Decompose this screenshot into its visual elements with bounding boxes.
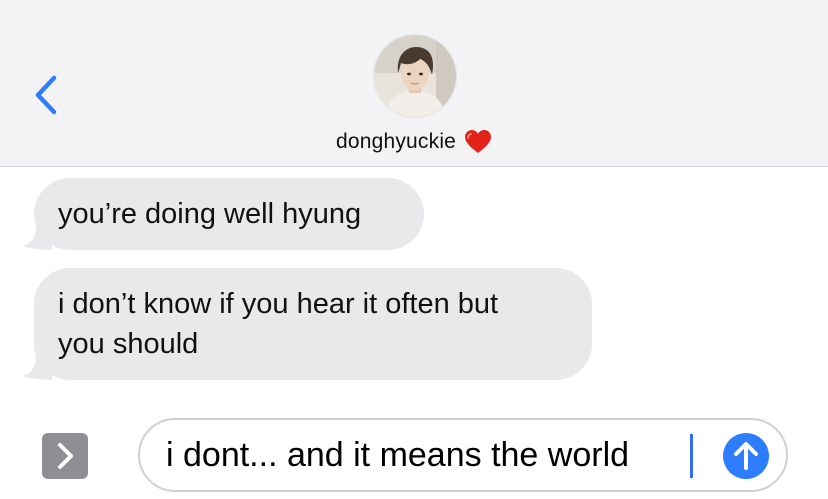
send-button[interactable] xyxy=(723,433,769,479)
apps-button[interactable] xyxy=(42,433,88,479)
message-input-text: i dont... and it means the world xyxy=(166,436,630,474)
contact-name: donghyuckie xyxy=(335,130,457,153)
back-button[interactable] xyxy=(28,72,68,118)
incoming-message-bubble[interactable]: you’re doing well hyung xyxy=(22,178,424,250)
bubble-tail xyxy=(22,356,52,380)
message-text: you’re doing well hyung xyxy=(58,198,362,230)
message-input[interactable]: i dont... and it means the world xyxy=(138,418,788,492)
message-text-line: i don’t know if you hear it often but xyxy=(58,288,499,320)
contact-photo xyxy=(374,35,456,117)
contact-info-button[interactable]: donghyuckie xyxy=(0,126,828,158)
message-list[interactable]: you’re doing well hyung i don’t know if … xyxy=(0,166,828,406)
arrow-up-icon xyxy=(734,442,758,470)
heart-icon xyxy=(464,129,492,155)
incoming-message-bubble[interactable]: i don’t know if you hear it often but yo… xyxy=(22,268,592,380)
avatar[interactable] xyxy=(373,34,457,118)
bubble-tail xyxy=(22,226,52,250)
message-text-line: you should xyxy=(58,328,199,360)
conversation-header: donghyuckie xyxy=(0,0,828,167)
text-caret xyxy=(690,434,693,478)
chevron-left-icon xyxy=(35,75,57,115)
chevron-right-icon xyxy=(58,443,73,469)
composer-bar: i dont... and it means the world xyxy=(0,406,828,499)
